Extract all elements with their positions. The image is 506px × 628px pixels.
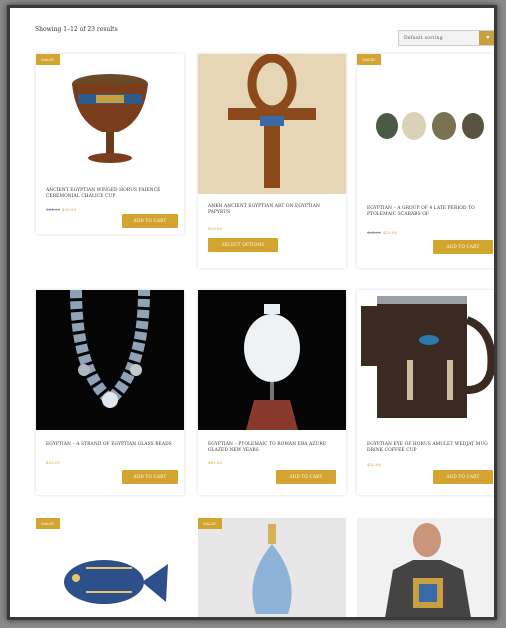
perfume-bottle-image	[198, 518, 346, 617]
add-to-cart-button[interactable]: ADD TO CART	[433, 240, 493, 254]
product-image[interactable]	[357, 518, 494, 617]
product-title[interactable]: Egyptian – A Group of 4 Late Period to P…	[367, 206, 494, 218]
tshirt-model-image	[357, 518, 494, 617]
sort-selected-value: Default sorting	[404, 36, 443, 41]
product-card[interactable]: Egyptian – A Strand of Egyptian Glass Be…	[36, 290, 184, 495]
product-image[interactable]	[36, 518, 184, 617]
sale-price: $29.00	[383, 230, 397, 235]
add-to-cart-button[interactable]: ADD TO CART	[122, 214, 178, 228]
product-image[interactable]	[198, 518, 346, 617]
product-price: $44.99 $39.99	[46, 207, 76, 212]
product-image[interactable]	[357, 290, 494, 430]
ankh-papyrus-image	[198, 54, 346, 194]
glazed-flask-image	[198, 290, 346, 430]
sale-badge: SALE!	[198, 518, 222, 529]
product-card[interactable]: Egyptian – Ptolemaic to Roman Era Azure …	[198, 290, 346, 495]
product-image[interactable]	[36, 54, 184, 174]
results-count: Showing 1–12 of 23 results	[35, 26, 118, 33]
sale-badge: SALE!	[36, 518, 60, 529]
product-price: $34.00 $29.00	[367, 230, 397, 235]
old-price: $34.00	[367, 230, 381, 235]
scarabs-image	[376, 112, 484, 140]
product-price: $65.00	[208, 460, 222, 465]
product-title[interactable]: Ankh Ancient Egyptian Art on Egyptian Pa…	[208, 204, 338, 216]
glass-beads-image	[36, 290, 184, 430]
add-to-cart-button[interactable]: ADD TO CART	[433, 470, 493, 484]
product-image[interactable]	[36, 290, 184, 430]
horus-mug-image	[361, 296, 494, 418]
product-title[interactable]: Egyptian Eye of Horus Amulet Wedjat Mug …	[367, 442, 494, 454]
product-card[interactable]: SALE! Ancient Egyptian Winged Horus Faie…	[36, 54, 184, 234]
sale-badge: SALE!	[36, 54, 60, 65]
fish-vessel-image	[64, 560, 168, 604]
product-title[interactable]: Ancient Egyptian Winged Horus Faience Ce…	[46, 188, 176, 200]
product-card[interactable]: SALE! Egyptian – A Group of 4 Late Perio…	[357, 54, 494, 268]
chalice-image	[72, 74, 148, 163]
product-title[interactable]: Egyptian – A Strand of Egyptian Glass Be…	[46, 442, 176, 448]
product-image[interactable]	[198, 54, 346, 194]
product-card[interactable]: Ankh Ancient Egyptian Art on Egyptian Pa…	[198, 54, 346, 268]
product-card[interactable]: SALE!	[36, 518, 184, 617]
product-price: $20.00	[208, 226, 222, 231]
product-image[interactable]	[198, 290, 346, 430]
add-to-cart-button[interactable]: ADD TO CART	[122, 470, 178, 484]
product-card[interactable]: Egyptian Eye of Horus Amulet Wedjat Mug …	[357, 290, 494, 495]
product-image[interactable]	[357, 54, 494, 194]
product-price: $55.00	[46, 460, 60, 465]
sale-price: $39.99	[62, 207, 76, 212]
add-to-cart-button[interactable]: ADD TO CART	[276, 470, 336, 484]
product-card[interactable]: SALE!	[198, 518, 346, 617]
product-card[interactable]	[357, 518, 494, 617]
select-options-button[interactable]: SELECT OPTIONS	[208, 238, 278, 252]
chevron-down-icon[interactable]: ▾	[479, 31, 494, 45]
sort-select[interactable]: Default sorting ▾	[398, 30, 494, 46]
shop-page: Showing 1–12 of 23 results Default sorti…	[7, 5, 497, 620]
sale-badge: SALE!	[357, 54, 381, 65]
product-title[interactable]: Egyptian – Ptolemaic to Roman Era Azure …	[208, 442, 338, 454]
old-price: $44.99	[46, 207, 60, 212]
product-price: $30.00	[367, 462, 381, 467]
